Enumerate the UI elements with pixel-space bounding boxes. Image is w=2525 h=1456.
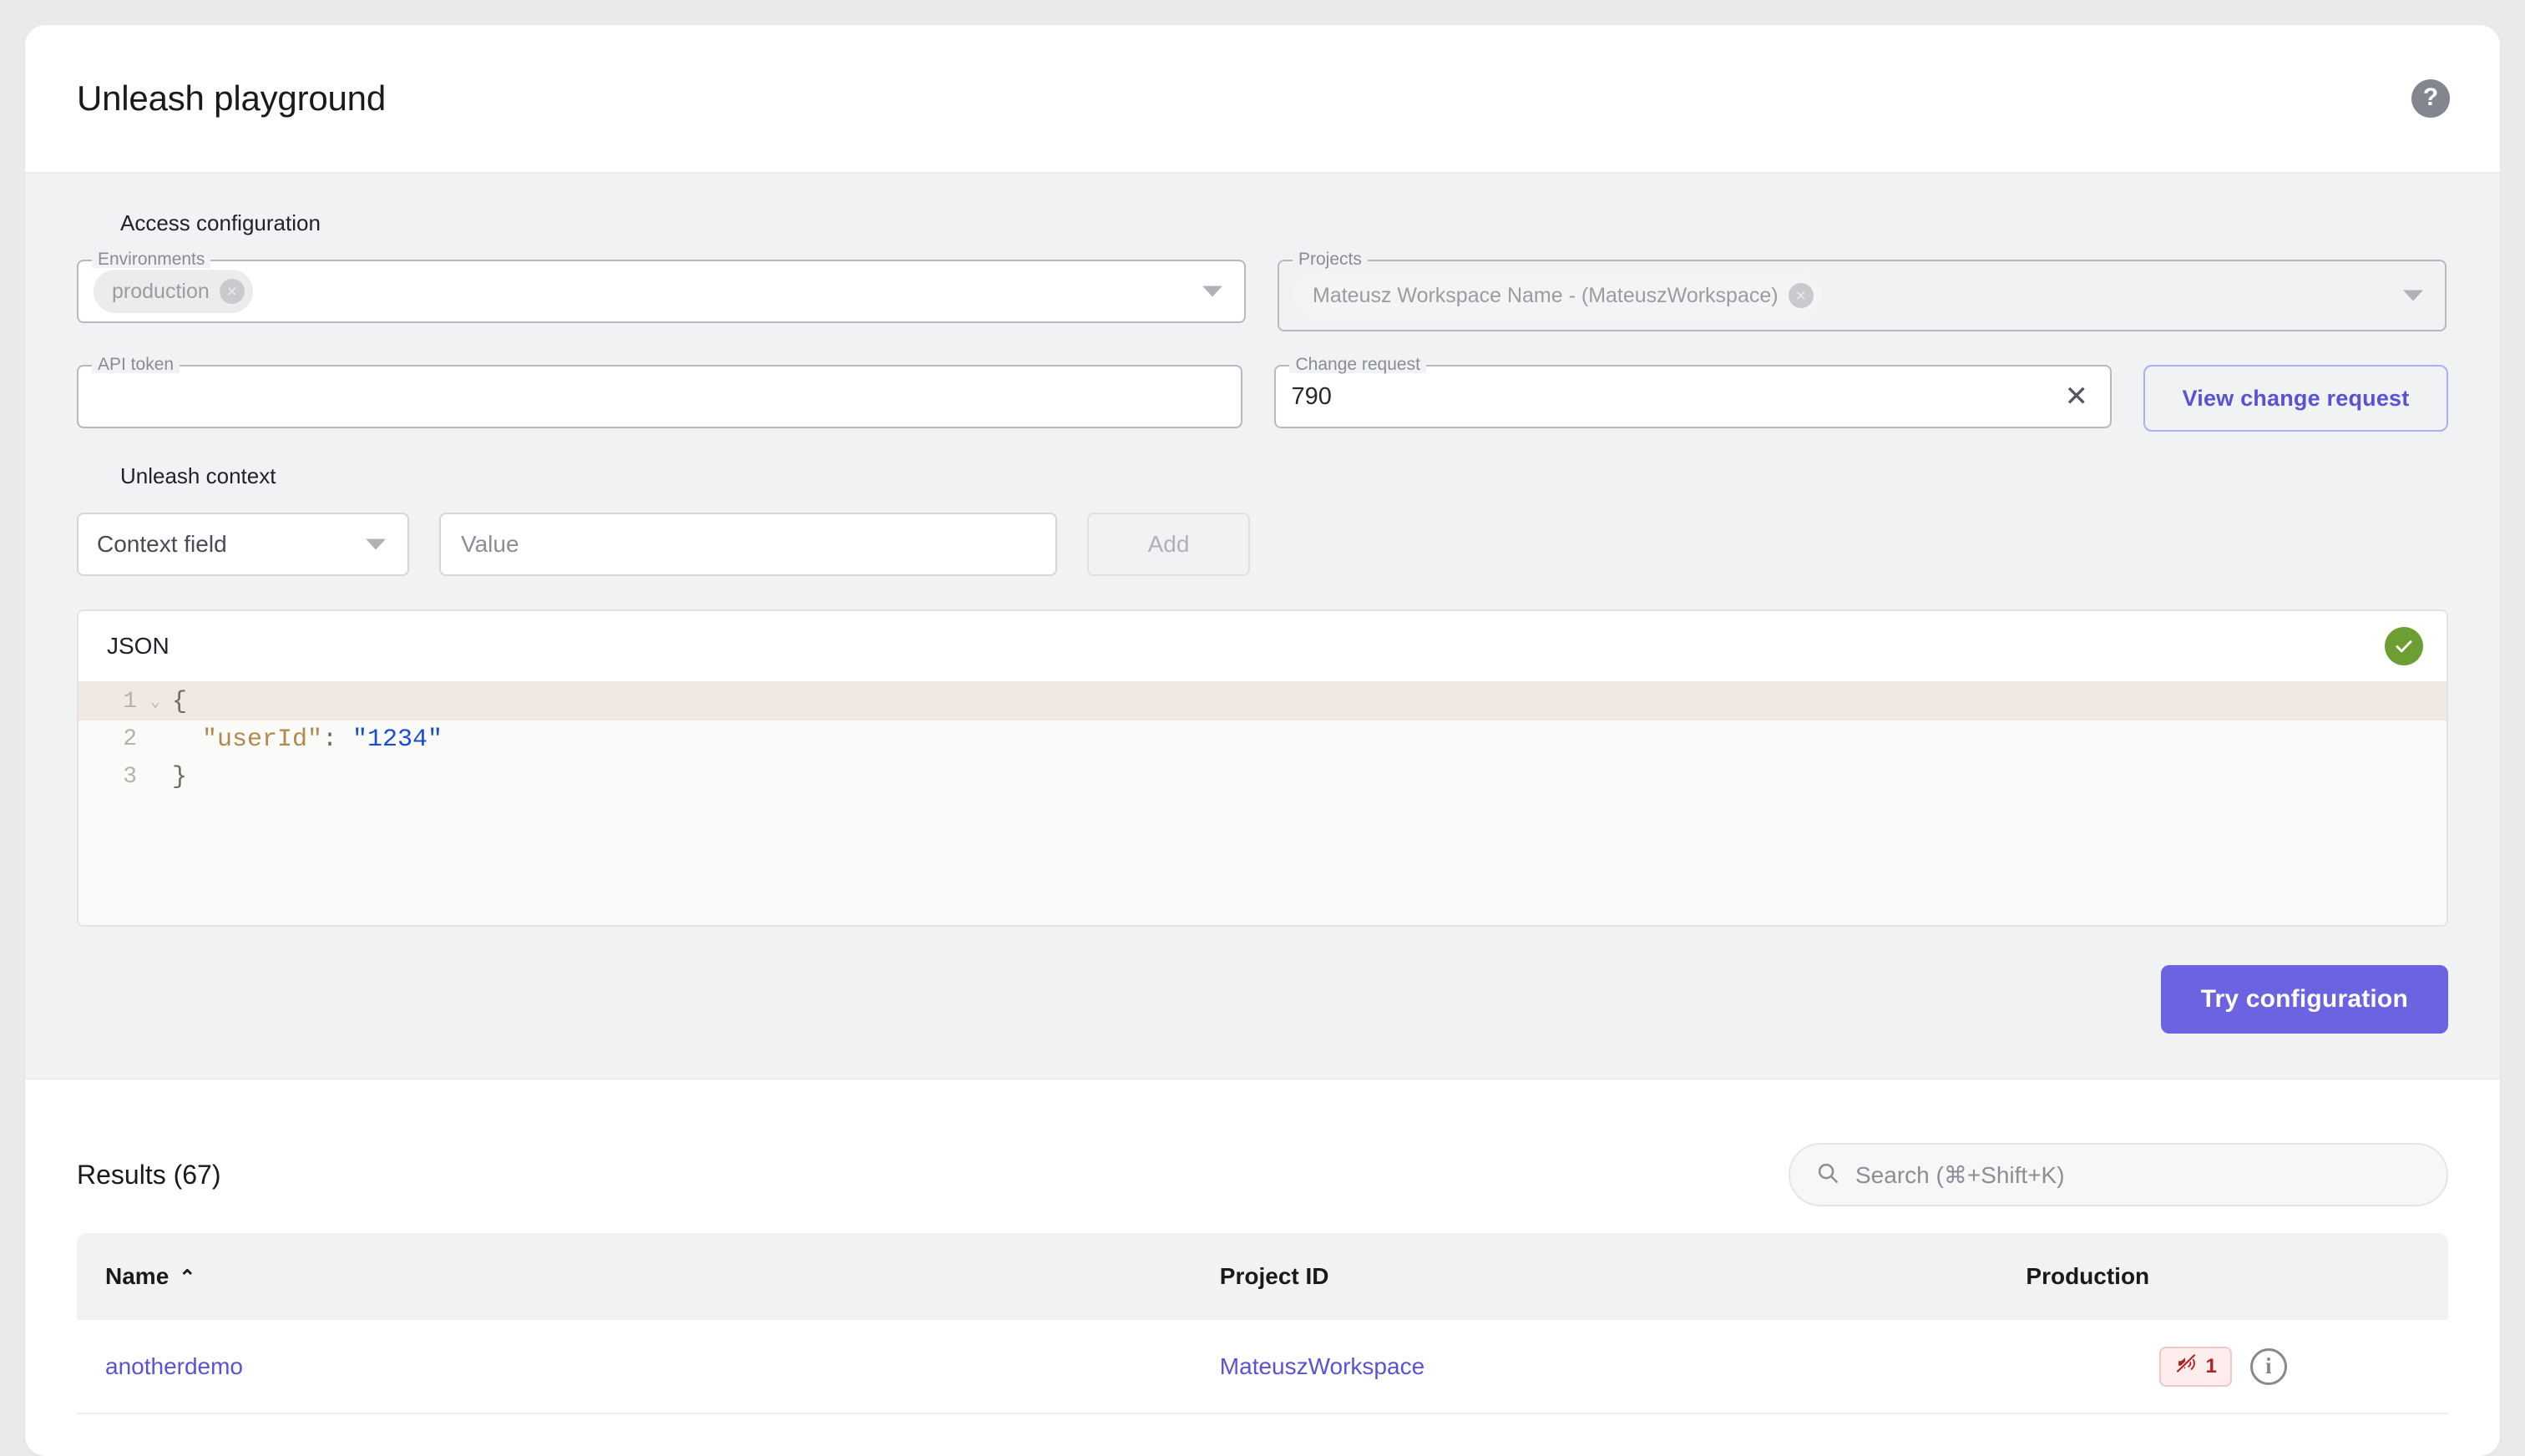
context-value-placeholder: Value xyxy=(461,531,519,558)
page-header: Unleash playground ? xyxy=(25,25,2500,174)
access-configuration-panel: Access configuration Environments produc… xyxy=(25,174,2500,1079)
code-token-str: "1234" xyxy=(352,725,443,754)
production-status-group: 1 i xyxy=(2159,1347,2287,1387)
fold-toggle-icon[interactable]: ⌄ xyxy=(144,692,167,711)
chevron-down-icon[interactable] xyxy=(2403,291,2423,301)
column-header-project-id-label: Project ID xyxy=(1220,1263,1329,1289)
line-number: 2 xyxy=(78,726,144,752)
try-configuration-row: Try configuration xyxy=(77,965,2448,1034)
access-configuration-label: Access configuration xyxy=(120,210,2448,236)
chevron-down-icon[interactable] xyxy=(366,539,386,550)
table-header-row: Name ⌃ Project ID Production xyxy=(77,1233,2448,1320)
change-request-field[interactable]: Change request 790 ✕ xyxy=(1274,365,2112,428)
status-badge-count: 1 xyxy=(2206,1355,2217,1378)
results-title: Results (67) xyxy=(77,1160,221,1191)
environment-chip[interactable]: production × xyxy=(94,270,253,313)
code-token-punc: : xyxy=(322,725,352,754)
env-project-row: Environments production × Projects Mateu… xyxy=(77,260,2448,331)
cell-name: anotherdemo xyxy=(77,1320,1192,1413)
column-header-production[interactable]: Production xyxy=(1997,1233,2448,1320)
clear-icon[interactable]: ✕ xyxy=(2065,382,2089,411)
code-text: "userId": "1234" xyxy=(167,725,443,754)
token-changerequest-row: API token Change request 790 ✕ View chan… xyxy=(77,365,2448,432)
help-icon-glyph: ? xyxy=(2423,85,2438,110)
status-badge[interactable]: 1 xyxy=(2159,1347,2232,1387)
code-token-brace: { xyxy=(172,688,187,716)
json-editor-body[interactable]: 1⌄{2 "userId": "1234"3} xyxy=(78,683,2447,925)
view-change-request-button[interactable]: View change request xyxy=(2143,365,2448,432)
project-chip[interactable]: Mateusz Workspace Name - (MateuszWorkspa… xyxy=(1294,271,1822,320)
project-chip-label: Mateusz Workspace Name - (MateuszWorkspa… xyxy=(1313,284,1779,308)
search-input[interactable]: Search (⌘+Shift+K) xyxy=(1789,1143,2448,1206)
api-token-legend: API token xyxy=(92,356,180,373)
code-text: { xyxy=(167,688,187,716)
feature-name-link[interactable]: anotherdemo xyxy=(105,1353,243,1379)
results-table: Name ⌃ Project ID Production anotherdemo xyxy=(77,1233,2448,1414)
info-icon-glyph: i xyxy=(2265,1355,2272,1378)
column-header-project-id[interactable]: Project ID xyxy=(1192,1233,1998,1320)
unleash-context-label: Unleash context xyxy=(120,463,2448,489)
table-row[interactable]: anotherdemo MateuszWorkspace xyxy=(77,1320,2448,1413)
environments-legend: Environments xyxy=(92,250,210,268)
json-editor-card: JSON 1⌄{2 "userId": "1234"3} xyxy=(77,609,2448,927)
sort-asc-icon: ⌃ xyxy=(179,1266,195,1289)
cell-project-id: MateuszWorkspace xyxy=(1192,1320,1998,1413)
results-section: Results (67) Search (⌘+Shift+K) Name ⌃ xyxy=(25,1079,2500,1414)
info-icon[interactable]: i xyxy=(2250,1348,2287,1385)
results-header: Results (67) Search (⌘+Shift+K) xyxy=(77,1116,2448,1233)
cell-production: 1 i xyxy=(1997,1320,2448,1413)
change-request-legend: Change request xyxy=(1289,356,1425,373)
column-header-name[interactable]: Name ⌃ xyxy=(77,1233,1192,1320)
json-editor-title: JSON xyxy=(107,633,170,660)
environments-select[interactable]: Environments production × xyxy=(77,260,1246,323)
try-configuration-button[interactable]: Try configuration xyxy=(2161,965,2448,1034)
results-table-head: Name ⌃ Project ID Production xyxy=(77,1233,2448,1320)
line-number: 1 xyxy=(78,689,144,715)
environment-chip-label: production xyxy=(112,280,210,304)
json-editor-header: JSON xyxy=(78,611,2447,683)
page-title: Unleash playground xyxy=(77,78,386,119)
context-input-row: Context field Value Add xyxy=(77,513,2448,576)
code-line: 3} xyxy=(78,758,2447,796)
environment-chip-remove-icon[interactable]: × xyxy=(220,279,245,304)
context-value-input[interactable]: Value xyxy=(439,513,1057,576)
chevron-down-icon[interactable] xyxy=(1202,286,1222,297)
line-number: 3 xyxy=(78,764,144,790)
results-table-body: anotherdemo MateuszWorkspace xyxy=(77,1320,2448,1413)
feature-disabled-icon xyxy=(2174,1353,2198,1379)
search-icon xyxy=(1815,1160,1840,1190)
code-line: 1⌄ { xyxy=(78,683,2447,720)
projects-legend: Projects xyxy=(1293,250,1368,268)
column-header-production-label: Production xyxy=(2026,1263,2149,1289)
column-header-name-label: Name xyxy=(105,1263,169,1289)
context-field-label: Context field xyxy=(97,531,227,558)
code-text: } xyxy=(167,763,187,791)
project-chip-remove-icon[interactable]: × xyxy=(1789,283,1814,308)
playground-page: Unleash playground ? Access configuratio… xyxy=(25,25,2500,1456)
code-token-key: "userId" xyxy=(172,725,322,754)
help-icon[interactable]: ? xyxy=(2411,79,2450,118)
change-request-value: 790 xyxy=(1291,383,1331,411)
check-circle-icon xyxy=(2385,627,2423,665)
code-token-brace: } xyxy=(172,763,187,791)
code-line: 2 "userId": "1234" xyxy=(78,720,2447,758)
project-id-link[interactable]: MateuszWorkspace xyxy=(1220,1353,1424,1379)
projects-select[interactable]: Projects Mateusz Workspace Name - (Mateu… xyxy=(1278,260,2447,331)
add-context-button[interactable]: Add xyxy=(1087,513,1250,576)
api-token-field[interactable]: API token xyxy=(77,365,1242,428)
search-placeholder: Search (⌘+Shift+K) xyxy=(1855,1161,2065,1189)
context-field-select[interactable]: Context field xyxy=(77,513,409,576)
